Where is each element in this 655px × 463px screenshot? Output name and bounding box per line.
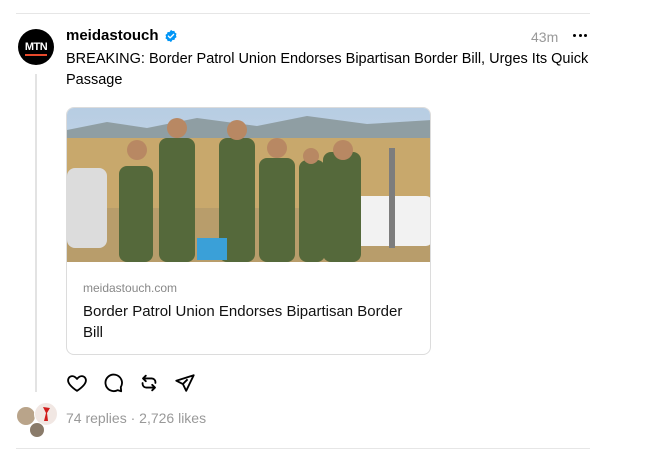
bottom-divider: [16, 448, 590, 449]
like-button[interactable]: [66, 372, 88, 394]
link-title: Border Patrol Union Endorses Bipartisan …: [83, 303, 403, 341]
avatar-text: MTN: [24, 41, 48, 56]
more-options-button[interactable]: [570, 26, 590, 44]
link-preview-card[interactable]: meidastouch.com Border Patrol Union Endo…: [66, 107, 431, 355]
thread-line: [35, 74, 37, 392]
repost-icon: [141, 374, 157, 392]
replier-avatars[interactable]: [16, 402, 60, 438]
more-dot-icon: [578, 33, 582, 37]
link-domain: meidastouch.com: [83, 281, 178, 295]
avatar[interactable]: MTN: [18, 29, 54, 65]
verified-badge-icon: [164, 29, 177, 42]
comment-icon: [104, 373, 123, 393]
stats-separator: ·: [130, 410, 136, 426]
repost-button[interactable]: [138, 372, 160, 394]
username-text: meidastouch: [66, 27, 159, 44]
share-button[interactable]: [174, 372, 196, 394]
likes-count[interactable]: 2,726 likes: [139, 410, 206, 426]
replier-avatar: [29, 422, 45, 438]
comment-button[interactable]: [102, 372, 124, 394]
top-divider: [16, 13, 590, 14]
username-link[interactable]: meidastouch: [66, 27, 178, 44]
action-bar: [66, 372, 210, 394]
timestamp: 43m: [531, 29, 559, 45]
link-preview-image: [67, 108, 430, 262]
replies-count[interactable]: 74 replies: [66, 410, 127, 426]
post-stats: 74 replies · 2,726 likes: [66, 410, 206, 426]
share-icon: [175, 374, 195, 392]
post-text: BREAKING: Border Patrol Union Endorses B…: [66, 51, 589, 88]
more-dot-icon: [573, 33, 577, 37]
heart-icon: [67, 375, 87, 392]
more-dot-icon: [583, 33, 587, 37]
